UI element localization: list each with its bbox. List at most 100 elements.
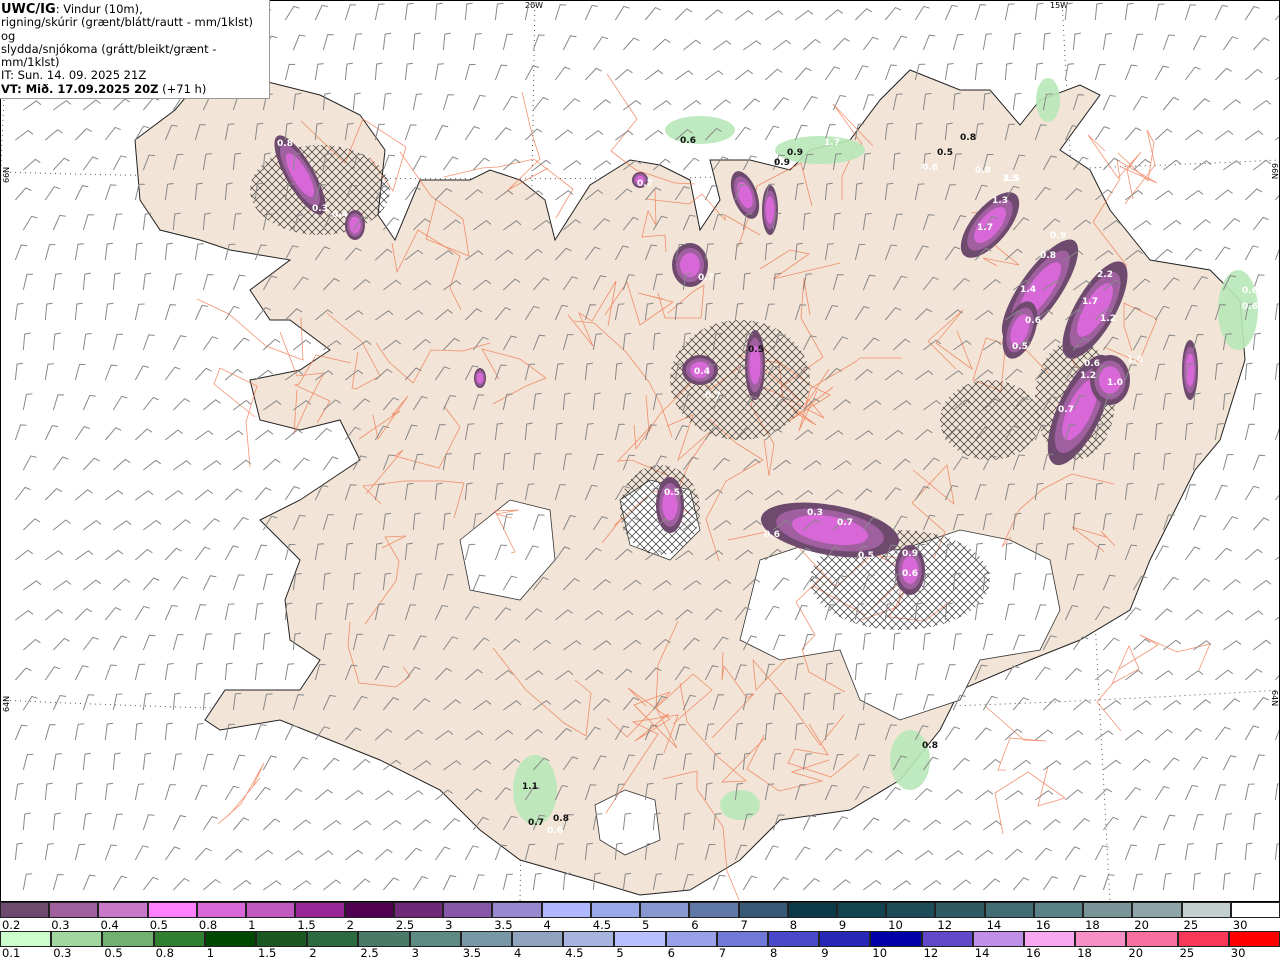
wind-barb: [1124, 127, 1142, 141]
colorbar-swatch: [984, 902, 1034, 918]
precip-value-label: 0.8: [277, 139, 293, 149]
wind-barb: [464, 64, 476, 81]
wind-barb: [952, 757, 970, 771]
wind-barb: [194, 546, 211, 561]
wind-barb: [1214, 842, 1223, 861]
colorbar-label: 16: [1035, 918, 1051, 932]
wind-barb: [1124, 787, 1142, 801]
wind-barb: [855, 848, 873, 861]
wind-barb: [472, 33, 482, 51]
colorbar-swatch: [49, 902, 99, 918]
wind-barb: [1013, 759, 1032, 771]
wind-barb: [892, 818, 911, 831]
wind-barb: [764, 125, 780, 141]
wind-barb: [1094, 64, 1106, 81]
wind-barb: [172, 753, 183, 771]
wind-barb: [1192, 98, 1211, 111]
wind-barb: [1215, 669, 1233, 681]
wind-barb: [233, 879, 252, 891]
wind-barb: [345, 849, 364, 861]
wind-barb: [675, 70, 694, 81]
colorbar-label: 20: [1128, 946, 1144, 960]
wind-barb: [44, 302, 53, 321]
precip-value-label: 0.7: [837, 518, 853, 528]
colorbar-swatch: [614, 931, 666, 947]
colorbar-swatch: [1033, 902, 1084, 918]
wind-barb: [254, 487, 272, 501]
wind-barb: [524, 65, 540, 81]
wind-barb: [134, 783, 145, 801]
wind-barb: [134, 845, 149, 861]
colorbar-label: 1.5: [258, 946, 277, 960]
wind-barb: [1222, 755, 1237, 771]
wind-barb: [315, 850, 334, 861]
wind-barb: [1012, 32, 1022, 51]
wind-barb: [1192, 515, 1207, 531]
wind-barb: [1192, 756, 1209, 771]
wind-barb: [1223, 99, 1241, 111]
wind-barb: [404, 847, 422, 861]
wind-barb: [112, 875, 128, 891]
wind-barb: [1244, 725, 1260, 741]
wind-barb: [502, 95, 518, 111]
wind-barb: [652, 38, 671, 51]
wind-barb: [1013, 819, 1032, 831]
wind-barb: [765, 10, 784, 21]
wind-barb: [1034, 847, 1052, 861]
wind-barb: [922, 34, 936, 51]
wind-barb: [1102, 33, 1112, 51]
wind-barb: [442, 94, 455, 111]
snow-area: [476, 372, 484, 384]
wind-barb: [1274, 493, 1280, 501]
wind-barb: [974, 62, 983, 81]
wind-barb: [1184, 843, 1194, 861]
wind-barb: [44, 724, 56, 741]
wind-barb: [645, 129, 664, 141]
wind-barb: [45, 550, 64, 561]
colorbar-label: 4.5: [565, 946, 584, 960]
wind-barb: [224, 488, 243, 501]
wind-barb: [802, 815, 817, 831]
wind-barb: [23, 100, 42, 111]
colorbar-swatch: [307, 931, 359, 947]
precip-value-label: 1.7: [824, 138, 840, 148]
wind-barb: [254, 662, 264, 681]
wind-barb: [923, 819, 941, 831]
wind-barb: [314, 63, 324, 81]
precip-value-label: 0.7: [1058, 405, 1074, 415]
wind-barb: [14, 486, 31, 501]
colorbar-label: 0.4: [100, 918, 119, 932]
wind-barb: [224, 848, 243, 861]
wind-barb: [1244, 783, 1255, 801]
colorbar-swatch: [972, 931, 1025, 947]
precip-value-label: 0.6: [764, 530, 780, 540]
wind-barb: [22, 455, 37, 471]
wind-barb: [1004, 848, 1023, 861]
colorbar-swatch: [0, 931, 52, 947]
wind-barb: [323, 819, 342, 831]
wind-barb: [202, 336, 219, 351]
wind-barb: [172, 815, 187, 831]
wind-barb: [1042, 876, 1058, 891]
wind-barb: [532, 96, 549, 111]
wind-barb: [375, 790, 394, 801]
wind-barb: [1275, 135, 1280, 141]
precip-value-label: 0.8: [960, 133, 976, 143]
wind-barb: [494, 2, 504, 21]
wind-barb: [1064, 2, 1073, 21]
wind-barb: [142, 396, 159, 411]
wind-barb: [1155, 728, 1173, 741]
wind-barb: [75, 489, 93, 501]
wind-barb: [945, 850, 964, 861]
wind-barb: [104, 782, 114, 801]
wind-barb: [952, 34, 964, 51]
wind-barb: [83, 519, 102, 531]
wind-barb: [734, 126, 751, 141]
precip-value-label: 0.5: [937, 148, 953, 158]
wind-barb: [322, 34, 334, 51]
colorbar-swatch: [512, 931, 564, 947]
precip-value-label: 0.5: [858, 551, 874, 561]
wind-barb: [1094, 788, 1113, 801]
wind-barb: [1132, 638, 1151, 651]
weather-map: 20W 15W 66N 66N 64N 64N 0.80.30.40.60.70…: [0, 0, 1280, 902]
